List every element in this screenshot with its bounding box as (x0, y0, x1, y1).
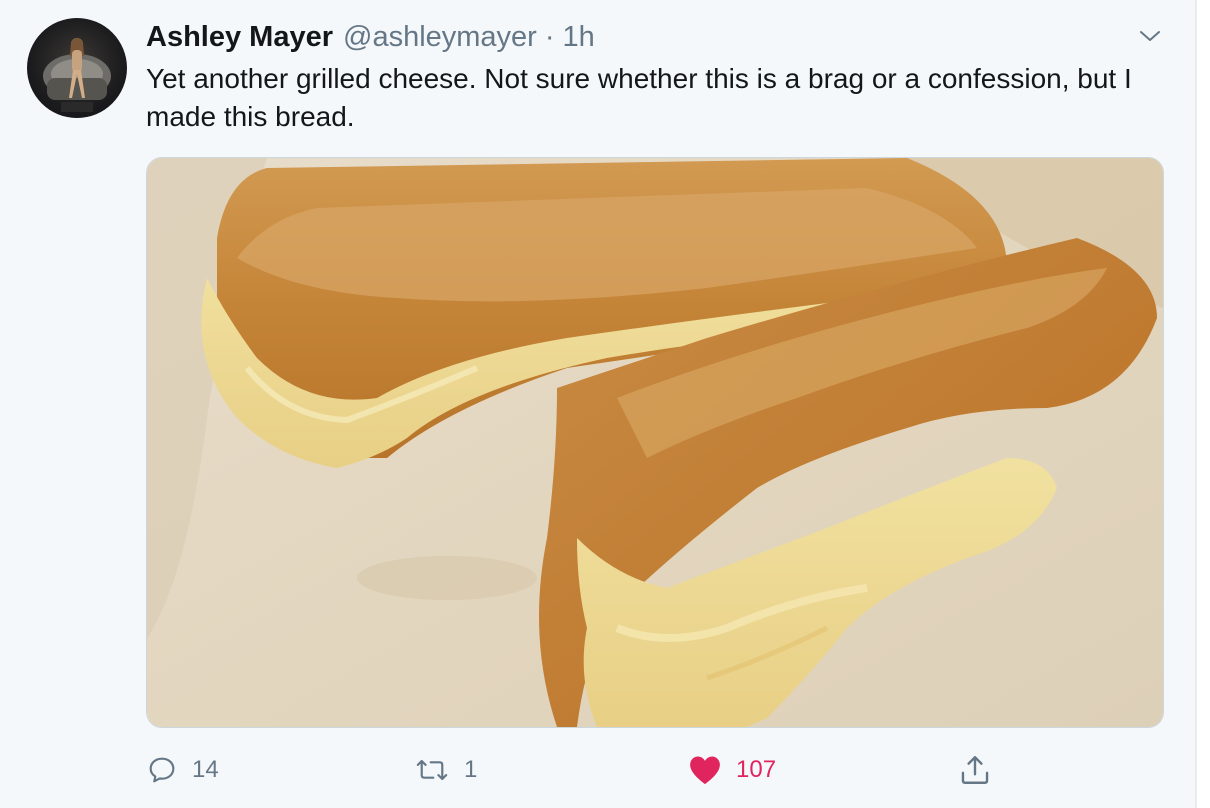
like-count: 107 (736, 756, 777, 783)
separator-dot: · (544, 21, 555, 53)
tweet-actions: 14 1 107 (146, 748, 1146, 792)
chevron-down-icon (1140, 31, 1160, 41)
more-options-button[interactable] (1136, 22, 1164, 50)
like-button[interactable]: 107 (688, 748, 776, 792)
heart-icon (690, 756, 720, 785)
reply-count: 14 (192, 756, 219, 783)
tweet-card[interactable]: Ashley Mayer @ashleymayer · 1h Yet anoth… (0, 0, 1195, 808)
reply-icon (149, 757, 175, 783)
tweet-media[interactable] (146, 157, 1164, 728)
grilled-cheese-photo-icon (147, 158, 1163, 727)
author-name[interactable]: Ashley Mayer (146, 17, 333, 57)
share-icon (961, 756, 989, 784)
retweet-button[interactable]: 1 (414, 748, 477, 792)
tweet-header: Ashley Mayer @ashleymayer · 1h (146, 17, 595, 57)
tweet-text: Yet another grilled cheese. Not sure whe… (146, 63, 1132, 132)
share-button[interactable] (958, 748, 992, 792)
timeline-border (1195, 0, 1197, 808)
author-handle[interactable]: @ashleymayer (343, 17, 537, 57)
retweet-count: 1 (464, 756, 478, 783)
profile-photo-icon (43, 38, 111, 112)
reply-button[interactable]: 14 (146, 748, 219, 792)
avatar[interactable] (27, 18, 127, 118)
retweet-icon (416, 759, 448, 781)
timestamp[interactable]: 1h (563, 17, 595, 57)
